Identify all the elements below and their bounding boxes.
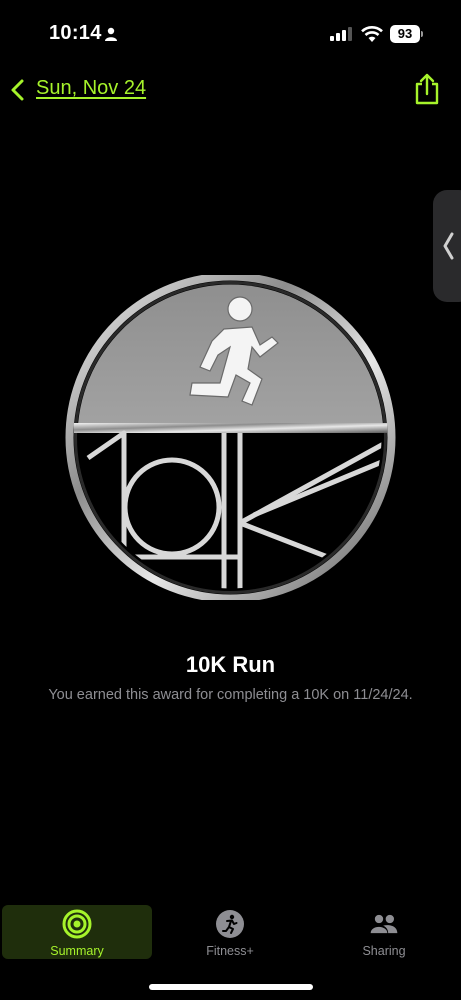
person-icon xyxy=(105,27,117,41)
back-chevron-icon[interactable] xyxy=(9,78,27,102)
chevron-left-icon[interactable] xyxy=(441,232,455,260)
tab-sharing[interactable]: Sharing xyxy=(309,905,459,959)
screen: 10:14 93 Sun, Nov 24 10K Run You earned … xyxy=(0,0,461,1000)
tab-summary-label: Summary xyxy=(50,944,104,958)
wifi-icon xyxy=(361,26,383,42)
home-indicator xyxy=(149,984,313,990)
tab-summary[interactable]: Summary xyxy=(2,905,152,959)
status-time: 10:14 xyxy=(49,22,102,44)
tab-fitness-plus[interactable]: Fitness+ xyxy=(155,905,305,959)
people-icon xyxy=(370,914,398,934)
battery-indicator: 93 xyxy=(390,25,420,43)
tab-sharing-label: Sharing xyxy=(362,944,406,958)
tab-fitness-plus-label: Fitness+ xyxy=(206,944,254,958)
award-medal xyxy=(65,275,396,600)
cellular-signal-icon xyxy=(330,27,352,41)
award-description: You earned this award for completing a 1… xyxy=(48,687,413,703)
share-icon[interactable] xyxy=(413,73,441,105)
runner-icon xyxy=(216,910,244,938)
status-bar: 10:14 93 xyxy=(0,0,461,70)
back-button[interactable]: Sun, Nov 24 xyxy=(36,77,146,100)
award-title: 10K Run xyxy=(185,652,276,677)
activity-rings-icon xyxy=(62,909,92,939)
battery-tip xyxy=(421,31,423,37)
